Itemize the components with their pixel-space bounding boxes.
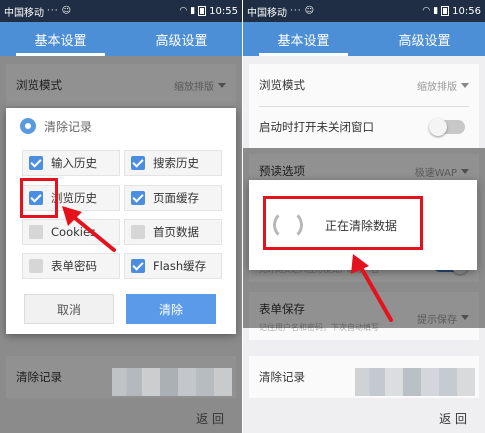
checkbox-unchecked-icon[interactable]: [29, 259, 43, 273]
right-screen: 中国移动 ··· ☺ ◠ ▮ 10:56 基本设置 高级设置 浏览模式 缩放排版…: [243, 0, 485, 433]
notification-dots: ···: [47, 6, 59, 16]
notification-dots: ···: [290, 6, 302, 16]
gear-icon: [20, 118, 36, 134]
toggle-knob: [429, 118, 447, 136]
tab-basic-settings[interactable]: 基本设置: [0, 22, 121, 56]
option-flash-cache[interactable]: Flash缓存: [124, 253, 222, 279]
status-bar: 中国移动 ··· ☺ ◠ ▮ 10:56: [243, 0, 485, 22]
option-label: 表单密码: [51, 259, 97, 273]
back-button[interactable]: 返 回: [439, 410, 467, 427]
signal-icon: ▮: [190, 6, 196, 16]
bottom-bar: 返 回: [243, 403, 485, 433]
settings-tabs: 基本设置 高级设置: [0, 22, 242, 56]
wifi-icon: ◠: [422, 6, 431, 16]
browse-mode-row[interactable]: 浏览模式 缩放排版: [249, 64, 479, 106]
system-icons: ◠ ▮ 10:55: [179, 6, 238, 17]
watermark: [355, 368, 475, 396]
checkbox-checked-icon[interactable]: [131, 191, 145, 205]
wifi-icon: ◠: [179, 6, 188, 16]
cancel-button[interactable]: 取消: [24, 294, 114, 324]
option-form-passwords[interactable]: 表单密码: [22, 253, 120, 279]
carrier-label: 中国移动: [4, 7, 44, 19]
system-icons: ◠ ▮ 10:56: [422, 6, 481, 17]
android-icon: ☺: [304, 6, 314, 16]
checkbox-checked-icon[interactable]: [131, 156, 145, 170]
option-home-data[interactable]: 首页数据: [124, 219, 222, 245]
status-bar: 中国移动 ··· ☺ ◠ ▮ 10:55: [0, 0, 242, 22]
option-label: 搜索历史: [153, 156, 199, 170]
option-page-cache[interactable]: 页面缓存: [124, 185, 222, 211]
back-button[interactable]: 返 回: [196, 410, 224, 427]
tab-advanced-settings[interactable]: 高级设置: [364, 22, 485, 56]
carrier-label: 中国移动: [247, 7, 287, 19]
dialog-title: 清除记录: [44, 119, 93, 134]
checkbox-unchecked-icon[interactable]: [29, 225, 43, 239]
left-screen: 中国移动 ··· ☺ ◠ ▮ 10:55 基本设置 高级设置 浏览模式 缩放排版…: [0, 0, 242, 433]
clock: 10:56: [452, 5, 481, 17]
clear-records-label: 清除记录: [259, 370, 305, 384]
option-search-history[interactable]: 搜索历史: [124, 150, 222, 176]
battery-icon: [198, 6, 207, 16]
option-label: 输入历史: [51, 156, 97, 170]
browse-mode-value: 缩放排版: [417, 81, 457, 93]
highlight-box: [20, 178, 58, 218]
battery-icon: [441, 6, 450, 16]
checkbox-checked-icon[interactable]: [131, 259, 145, 273]
chevron-down-icon: [461, 82, 469, 88]
signal-icon: ▮: [433, 6, 439, 16]
restore-windows-label: 启动时打开未关闭窗口: [259, 120, 374, 134]
option-input-history[interactable]: 输入历史: [22, 150, 120, 176]
option-label: Flash缓存: [153, 259, 207, 273]
browse-mode-label: 浏览模式: [259, 78, 305, 92]
android-icon: ☺: [61, 6, 71, 16]
option-label: 首页数据: [153, 225, 199, 239]
checkbox-checked-icon[interactable]: [29, 156, 43, 170]
clock: 10:55: [209, 5, 238, 17]
watermark: [112, 368, 232, 396]
settings-tabs: 基本设置 高级设置: [243, 22, 485, 56]
annotation-arrow: [62, 206, 116, 252]
clear-button[interactable]: 清除: [126, 294, 216, 324]
bottom-bar: 返 回: [0, 403, 242, 433]
option-label: 页面缓存: [153, 191, 199, 205]
checkbox-unchecked-icon[interactable]: [131, 225, 145, 239]
dialog-header: 清除记录: [6, 108, 236, 144]
highlight-box: [263, 196, 423, 250]
browse-settings-card: 浏览模式 缩放排版 启动时打开未关闭窗口: [249, 64, 479, 148]
clear-records-dialog: 清除记录 输入历史 搜索历史 浏览历史 页面缓存 Cookies 首页数据 表单…: [6, 108, 236, 334]
annotation-arrow: [351, 254, 393, 322]
tab-basic-settings[interactable]: 基本设置: [243, 22, 364, 56]
restore-windows-toggle[interactable]: [429, 118, 465, 136]
tab-advanced-settings[interactable]: 高级设置: [121, 22, 242, 56]
